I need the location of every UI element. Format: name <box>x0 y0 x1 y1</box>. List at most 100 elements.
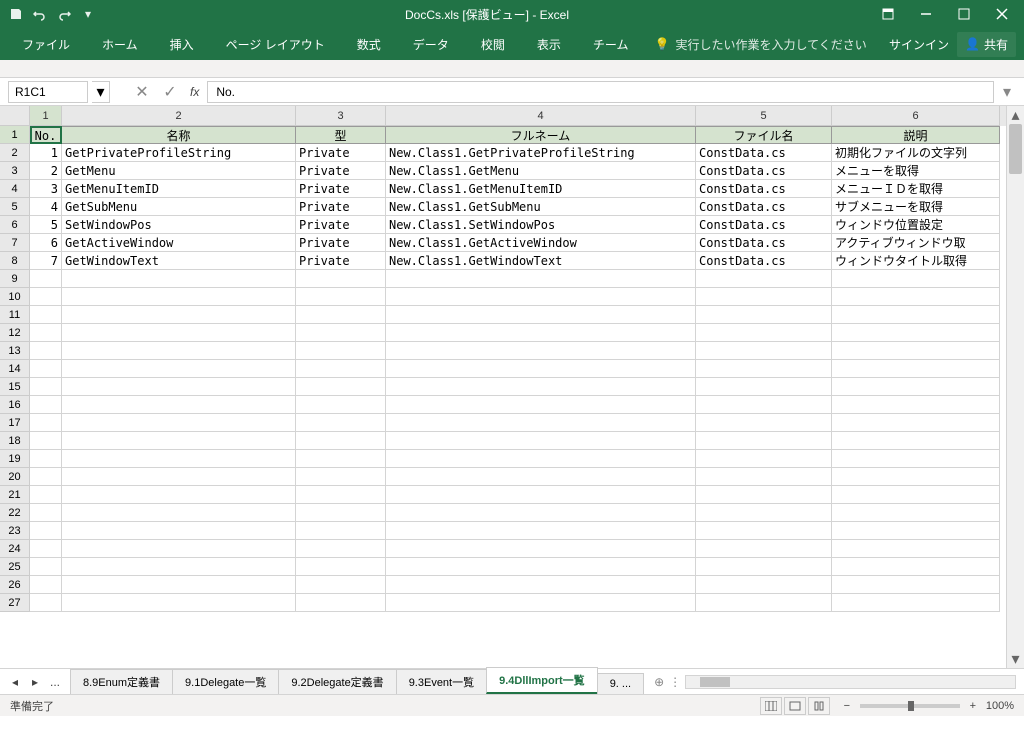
cell[interactable] <box>296 270 386 288</box>
row-header[interactable]: 15 <box>0 378 30 396</box>
cell[interactable] <box>832 306 1000 324</box>
vscroll-thumb[interactable] <box>1009 124 1022 174</box>
cell[interactable] <box>62 558 296 576</box>
row-header[interactable]: 21 <box>0 486 30 504</box>
cell[interactable] <box>62 540 296 558</box>
cell[interactable] <box>296 504 386 522</box>
sheet-nav-prev-icon[interactable]: ◂ <box>6 673 24 691</box>
cell[interactable]: GetActiveWindow <box>62 234 296 252</box>
cell[interactable] <box>696 306 832 324</box>
cell[interactable] <box>832 468 1000 486</box>
cell[interactable] <box>62 306 296 324</box>
row-header[interactable]: 13 <box>0 342 30 360</box>
cell[interactable] <box>386 504 696 522</box>
cell[interactable] <box>832 288 1000 306</box>
cell[interactable] <box>62 342 296 360</box>
cell[interactable] <box>696 450 832 468</box>
row-header[interactable]: 7 <box>0 234 30 252</box>
cell[interactable]: 6 <box>30 234 62 252</box>
cell[interactable] <box>832 576 1000 594</box>
cell[interactable]: Private <box>296 234 386 252</box>
cell[interactable]: New.Class1.SetWindowPos <box>386 216 696 234</box>
cell[interactable]: New.Class1.GetActiveWindow <box>386 234 696 252</box>
sheet-nav-ellipsis[interactable]: ... <box>46 673 64 691</box>
cell[interactable] <box>386 486 696 504</box>
cell[interactable]: 1 <box>30 144 62 162</box>
cell[interactable]: 4 <box>30 198 62 216</box>
cell[interactable] <box>62 270 296 288</box>
cell[interactable]: Private <box>296 198 386 216</box>
cell[interactable]: Private <box>296 180 386 198</box>
tab-team[interactable]: チーム <box>579 30 643 59</box>
undo-icon[interactable] <box>32 6 48 22</box>
cell[interactable] <box>696 486 832 504</box>
cell[interactable] <box>62 396 296 414</box>
tell-me[interactable]: 💡 実行したい作業を入力してください <box>646 36 874 53</box>
cell[interactable] <box>62 378 296 396</box>
cell[interactable] <box>30 306 62 324</box>
cell[interactable] <box>30 378 62 396</box>
horizontal-scrollbar[interactable] <box>685 675 1016 689</box>
save-icon[interactable] <box>8 6 24 22</box>
redo-icon[interactable] <box>56 6 72 22</box>
cell[interactable] <box>296 468 386 486</box>
row-header[interactable]: 18 <box>0 432 30 450</box>
formula-input[interactable] <box>207 81 994 103</box>
header-cell[interactable]: ファイル名 <box>696 126 832 144</box>
cell[interactable]: New.Class1.GetPrivateProfileString <box>386 144 696 162</box>
cell[interactable] <box>386 540 696 558</box>
cell[interactable] <box>386 576 696 594</box>
cell[interactable] <box>62 576 296 594</box>
cell[interactable]: 7 <box>30 252 62 270</box>
cell[interactable]: 初期化ファイルの文字列 <box>832 144 1000 162</box>
cell[interactable]: New.Class1.GetWindowText <box>386 252 696 270</box>
cell[interactable] <box>62 450 296 468</box>
cell[interactable] <box>696 558 832 576</box>
ribbon-display-icon[interactable] <box>870 2 906 26</box>
sheet-tab[interactable]: 9.4DllImport一覧 <box>486 667 598 694</box>
cell[interactable]: GetMenu <box>62 162 296 180</box>
row-header[interactable]: 5 <box>0 198 30 216</box>
cell[interactable]: Private <box>296 252 386 270</box>
tab-view[interactable]: 表示 <box>523 30 575 59</box>
sheet-tab[interactable]: 9. ... <box>597 673 644 694</box>
signin-link[interactable]: サインイン <box>889 36 949 53</box>
cell[interactable] <box>296 360 386 378</box>
cell[interactable] <box>696 342 832 360</box>
row-header[interactable]: 4 <box>0 180 30 198</box>
cell[interactable] <box>696 396 832 414</box>
cancel-icon[interactable]: ✕ <box>130 81 154 103</box>
cell[interactable]: 5 <box>30 216 62 234</box>
cell[interactable] <box>296 594 386 612</box>
cell[interactable] <box>386 558 696 576</box>
cell[interactable] <box>62 504 296 522</box>
cell[interactable] <box>62 594 296 612</box>
cell[interactable] <box>62 486 296 504</box>
cell[interactable] <box>832 342 1000 360</box>
sheet-tab[interactable]: 9.2Delegate定義書 <box>278 669 396 694</box>
cell[interactable] <box>696 594 832 612</box>
cell[interactable] <box>696 576 832 594</box>
row-header[interactable]: 1 <box>0 126 30 144</box>
cell[interactable] <box>832 270 1000 288</box>
scroll-up-icon[interactable]: ▴ <box>1007 106 1024 124</box>
cell[interactable]: Private <box>296 216 386 234</box>
cell[interactable] <box>386 360 696 378</box>
tab-file[interactable]: ファイル <box>8 30 84 59</box>
tab-insert[interactable]: 挿入 <box>156 30 208 59</box>
cell[interactable] <box>30 432 62 450</box>
cell[interactable]: SetWindowPos <box>62 216 296 234</box>
minimize-button[interactable] <box>908 2 944 26</box>
cell[interactable] <box>62 360 296 378</box>
cell[interactable] <box>62 432 296 450</box>
name-box-dropdown-icon[interactable]: ▾ <box>92 81 110 103</box>
cell[interactable] <box>832 324 1000 342</box>
cell[interactable] <box>386 396 696 414</box>
cell[interactable] <box>296 576 386 594</box>
cell[interactable] <box>386 432 696 450</box>
cell[interactable] <box>832 450 1000 468</box>
cell[interactable] <box>832 432 1000 450</box>
view-page-layout-icon[interactable] <box>784 697 806 715</box>
fx-icon[interactable]: fx <box>186 85 203 99</box>
zoom-thumb[interactable] <box>908 701 914 711</box>
